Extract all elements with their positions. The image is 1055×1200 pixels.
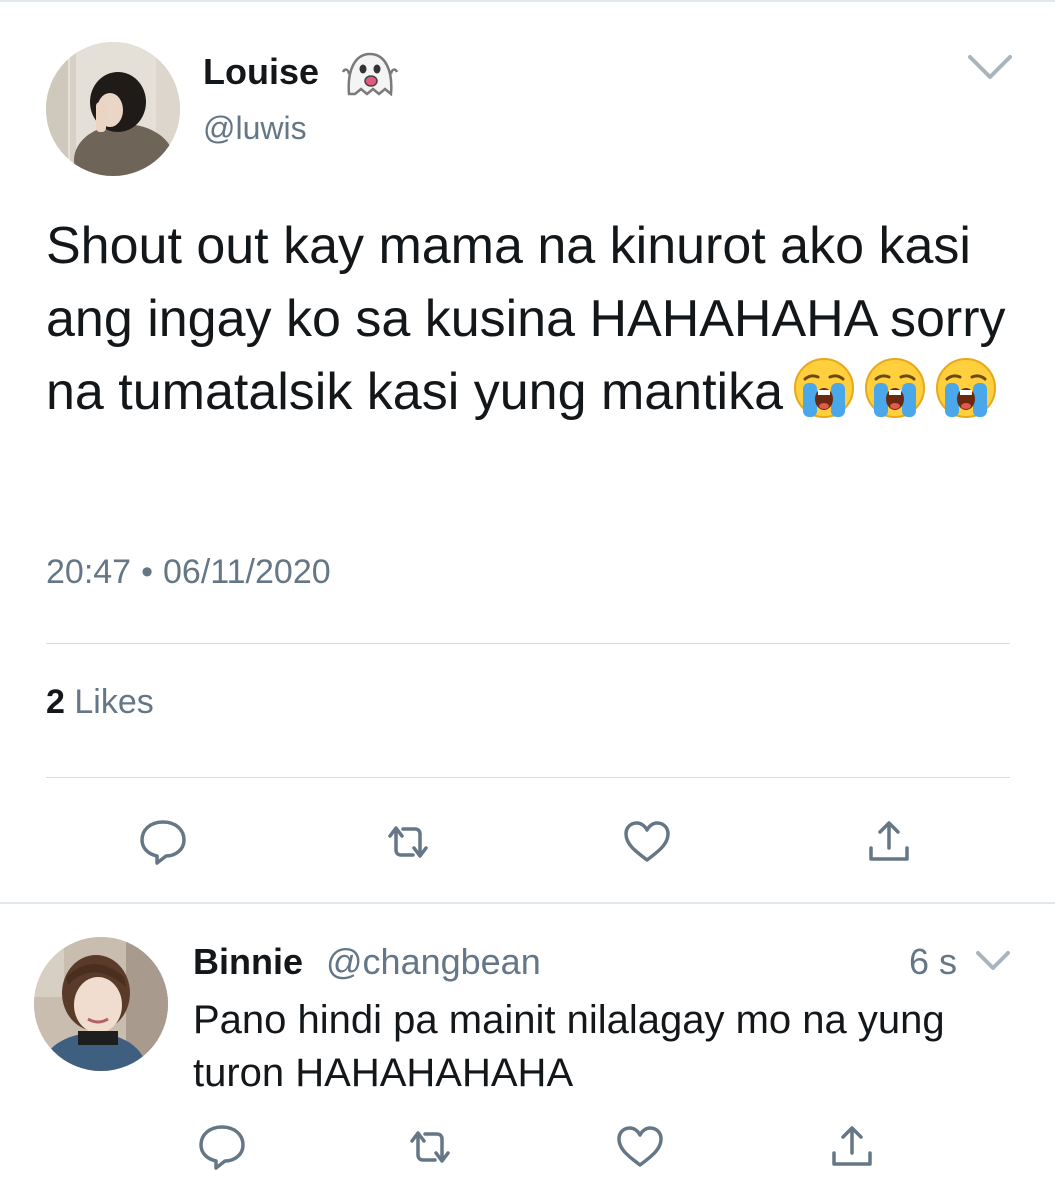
tweet-time: 20:47 bbox=[46, 553, 132, 591]
ghost-emoji-icon bbox=[341, 52, 399, 96]
author-name[interactable]: Louise bbox=[203, 50, 319, 94]
top-divider bbox=[0, 0, 1055, 2]
chevron-down-icon[interactable] bbox=[974, 948, 1012, 974]
chevron-down-icon[interactable] bbox=[966, 52, 1014, 82]
like-button[interactable] bbox=[617, 812, 677, 872]
reply-icon bbox=[199, 1125, 245, 1170]
heart-icon bbox=[617, 1126, 663, 1167]
tweet-text: Shout out kay mama na kinurot ako kasi a… bbox=[46, 210, 1026, 439]
loudly-crying-face-emoji-icon bbox=[865, 358, 926, 418]
retweet-button[interactable] bbox=[378, 812, 438, 872]
like-button[interactable] bbox=[610, 1117, 670, 1177]
tweet-date: 06/11/2020 bbox=[163, 553, 331, 591]
section-divider bbox=[0, 902, 1055, 904]
reply-timestamp: 6 s bbox=[909, 941, 958, 982]
share-button[interactable] bbox=[822, 1117, 882, 1177]
likes-count[interactable]: 2 Likes bbox=[46, 682, 154, 722]
reply-icon bbox=[140, 820, 186, 865]
reply-author-name[interactable]: Binnie bbox=[193, 940, 303, 984]
reply-button[interactable] bbox=[133, 812, 193, 872]
likes-number: 2 bbox=[46, 683, 65, 721]
loudly-crying-face-emoji-icon bbox=[936, 358, 997, 418]
author-handle[interactable]: @luwis bbox=[203, 108, 307, 148]
share-icon bbox=[869, 821, 909, 861]
emoji-row bbox=[793, 357, 1006, 439]
loudly-crying-face-emoji-icon bbox=[794, 358, 855, 418]
reply-button[interactable] bbox=[192, 1117, 252, 1177]
divider bbox=[46, 777, 1010, 778]
share-button[interactable] bbox=[859, 812, 919, 872]
reply-author-handle[interactable]: @changbean bbox=[326, 940, 541, 984]
retweet-icon bbox=[410, 1131, 450, 1163]
heart-icon bbox=[624, 821, 670, 862]
reply-author-avatar[interactable] bbox=[34, 937, 168, 1071]
meta-separator: • bbox=[141, 553, 153, 591]
likes-label: Likes bbox=[74, 683, 154, 721]
reply-text: Pano hindi pa mainit nilalagay mo na yun… bbox=[193, 998, 945, 1095]
divider bbox=[46, 643, 1010, 644]
share-icon bbox=[832, 1126, 872, 1166]
tweet-timestamp: 20:47 • 06/11/2020 bbox=[46, 552, 331, 592]
author-avatar[interactable] bbox=[46, 42, 180, 176]
retweet-icon bbox=[388, 826, 428, 858]
retweet-button[interactable] bbox=[400, 1117, 460, 1177]
